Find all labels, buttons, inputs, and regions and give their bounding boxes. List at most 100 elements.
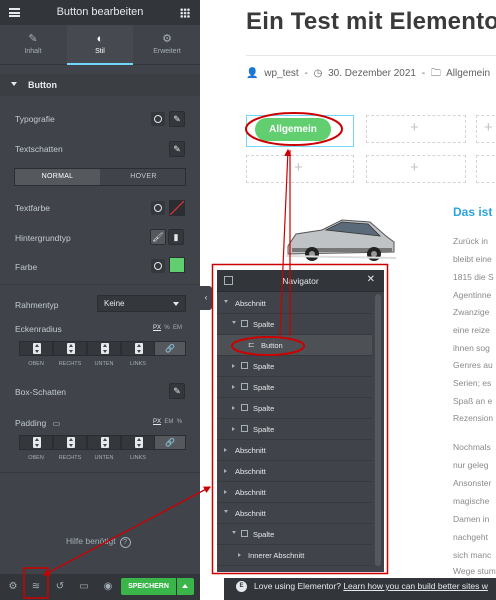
paragraph-line: Zurück in xyxy=(453,236,488,246)
padding-right-input[interactable] xyxy=(53,435,87,450)
paragraph-line: Genres au xyxy=(453,360,493,370)
unit-percent[interactable]: % xyxy=(164,325,169,331)
box-shadow-label: Box-Schatten xyxy=(15,387,67,397)
caret-right-icon[interactable] xyxy=(224,490,227,494)
unit-percent[interactable]: % xyxy=(177,419,182,425)
navigator-window[interactable]: Navigator ✕ Abschnitt Spalte ⊏ Button Sp… xyxy=(217,270,384,572)
border-type-select[interactable]: Keine xyxy=(97,295,186,312)
clock-icon: ◷ xyxy=(313,68,323,79)
caret-right-icon[interactable] xyxy=(232,385,235,389)
caret-right-icon[interactable] xyxy=(232,406,235,410)
settings-icon[interactable]: ⚙ xyxy=(7,581,19,593)
notice-bar: E Love using Elementor? Learn how you ca… xyxy=(224,578,496,600)
preview-eye-icon[interactable]: ◉ xyxy=(102,581,114,593)
edit-typography-button[interactable]: ✎ xyxy=(169,111,185,127)
car-image xyxy=(285,219,397,261)
history-icon[interactable]: ↺ xyxy=(54,581,66,593)
post-meta: 👤 wp_test - ◷ 30. Dezember 2021 - 🗀 Allg… xyxy=(246,66,493,83)
navigator-layers-icon[interactable]: ≋ xyxy=(30,581,42,593)
add-widget-icon[interactable]: + xyxy=(410,159,419,176)
empty-column[interactable] xyxy=(476,155,496,183)
globe-icon[interactable] xyxy=(151,201,165,215)
caret-right-icon[interactable] xyxy=(224,469,227,473)
caret-down-icon[interactable] xyxy=(224,510,228,513)
section-button-header[interactable]: Button xyxy=(0,74,200,96)
globe-icon[interactable] xyxy=(151,112,165,126)
navigator-scrollbar[interactable] xyxy=(375,294,381,566)
link-values-button[interactable]: 🔗 xyxy=(154,341,186,356)
nav-item-label: Spalte xyxy=(253,362,275,371)
tab-hover[interactable]: HOVER xyxy=(101,169,186,185)
edit-box-shadow-button[interactable]: ✎ xyxy=(169,383,185,399)
nav-item-inner-section[interactable]: Innerer Abschnitt xyxy=(217,545,372,566)
notice-link[interactable]: Learn how you can build better sites w xyxy=(343,581,488,591)
tab-normal[interactable]: NORMAL xyxy=(15,169,100,185)
nav-item-section[interactable]: Abschnitt xyxy=(217,503,372,524)
nav-item-section[interactable]: Abschnitt xyxy=(217,440,372,461)
nav-item-column[interactable]: Spalte xyxy=(217,419,372,440)
unit-em[interactable]: EM xyxy=(164,419,173,425)
collapse-panel-toggle[interactable]: ‹ xyxy=(200,286,212,310)
button-widget-icon: ⊏ xyxy=(248,340,255,349)
padding-left-input[interactable] xyxy=(121,435,155,450)
add-widget-icon[interactable]: + xyxy=(410,119,419,136)
tab-style[interactable]: ◐ Stil xyxy=(67,25,133,65)
dim-top-label: OBEN xyxy=(28,455,44,461)
post-category[interactable]: Allgemein xyxy=(446,68,490,79)
nav-item-section[interactable]: Abschnitt xyxy=(217,482,372,503)
unit-px[interactable]: PX xyxy=(153,325,161,331)
edit-text-shadow-button[interactable]: ✎ xyxy=(169,141,185,157)
desktop-icon[interactable]: ▭ xyxy=(53,419,61,428)
save-options-button[interactable] xyxy=(177,578,194,595)
gradient-icon[interactable]: ▮ xyxy=(168,229,184,245)
preview-button[interactable]: Allgemein xyxy=(255,118,331,141)
caret-right-icon[interactable] xyxy=(224,448,227,452)
tab-advanced[interactable]: ⚙ Erweitert xyxy=(134,25,200,65)
panel-footer: ⚙ ≋ ↺ ▭ ◉ SPEICHERN xyxy=(0,574,200,600)
post-author[interactable]: wp_test xyxy=(264,68,298,79)
help-link[interactable]: Hilfe benötigt? xyxy=(66,536,131,548)
background-color-swatch[interactable] xyxy=(169,257,185,273)
caret-down-icon[interactable] xyxy=(232,321,236,324)
nav-item-column[interactable]: Spalte xyxy=(217,356,372,377)
radius-left-input[interactable] xyxy=(121,341,155,356)
close-icon[interactable]: ✕ xyxy=(367,274,375,285)
tab-content[interactable]: ✎ Inhalt xyxy=(0,25,66,65)
responsive-icon[interactable]: ▭ xyxy=(78,581,90,593)
text-color-swatch[interactable] xyxy=(169,200,185,216)
brush-icon[interactable]: 🖌 xyxy=(150,229,166,245)
add-widget-icon[interactable]: + xyxy=(294,159,303,176)
save-button[interactable]: SPEICHERN xyxy=(121,578,176,595)
nav-item-column[interactable]: Spalte xyxy=(217,524,372,545)
nav-item-button[interactable]: ⊏ Button xyxy=(217,335,372,356)
nav-item-column[interactable]: Spalte xyxy=(217,398,372,419)
unit-em[interactable]: EM xyxy=(173,325,182,331)
paragraph-line: Zwanzige xyxy=(453,307,490,317)
notice-text: Love using Elementor? xyxy=(254,581,341,591)
radius-top-input[interactable] xyxy=(19,341,53,356)
padding-top-input[interactable] xyxy=(19,435,53,450)
caret-down-icon[interactable] xyxy=(232,531,236,534)
widgets-grid-icon[interactable] xyxy=(180,8,190,18)
nav-item-column[interactable]: Spalte xyxy=(217,314,372,335)
radius-right-input[interactable] xyxy=(53,341,87,356)
caret-right-icon[interactable] xyxy=(238,553,241,557)
nav-item-label: Abschnitt xyxy=(235,467,266,476)
caret-down-icon[interactable] xyxy=(224,300,228,303)
caret-right-icon[interactable] xyxy=(232,364,235,368)
caret-right-icon[interactable] xyxy=(232,427,235,431)
link-values-button[interactable]: 🔗 xyxy=(154,435,186,450)
globe-icon[interactable] xyxy=(151,259,165,273)
help-label: Hilfe benötigt xyxy=(66,536,116,546)
add-widget-icon[interactable]: + xyxy=(484,119,493,136)
nav-item-label: Abschnitt xyxy=(235,488,266,497)
unit-px[interactable]: PX xyxy=(153,419,161,425)
radius-bottom-input[interactable] xyxy=(87,341,121,356)
nav-item-section[interactable]: Abschnitt xyxy=(217,461,372,482)
paragraph-line: nur geleg xyxy=(453,460,489,470)
padding-bottom-input[interactable] xyxy=(87,435,121,450)
folder-icon: 🗀 xyxy=(430,68,441,79)
nav-item-column[interactable]: Spalte xyxy=(217,377,372,398)
navigator-header[interactable]: Navigator ✕ xyxy=(217,270,384,292)
nav-item-section[interactable]: Abschnitt xyxy=(217,293,372,314)
